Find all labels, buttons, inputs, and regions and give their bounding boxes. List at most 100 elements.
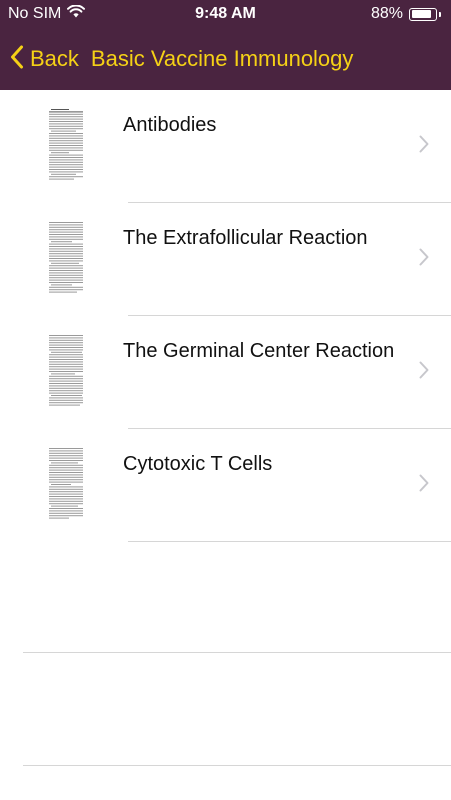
thumbnail-text-line bbox=[49, 503, 83, 505]
list-item-title: Cytotoxic T Cells bbox=[123, 453, 273, 475]
thumbnail-text-line bbox=[49, 385, 83, 387]
thumbnail-text-line bbox=[49, 123, 83, 125]
thumbnail-text-line bbox=[51, 373, 75, 375]
thumbnail-text-line bbox=[49, 359, 83, 360]
thumbnail-text-line bbox=[49, 500, 83, 502]
page-preview bbox=[49, 109, 83, 180]
thumbnail-text-line bbox=[49, 448, 83, 449]
thumbnail-text-line bbox=[51, 351, 82, 353]
thumbnail-text-line bbox=[49, 157, 83, 158]
header: No SIM 9:48 AM 88% Back Basic Vaccine Im… bbox=[0, 0, 451, 90]
nav-bar: Back Basic Vaccine Immunology bbox=[0, 34, 451, 84]
thumbnail-text-line bbox=[49, 387, 83, 389]
thumbnail-text-line bbox=[49, 378, 83, 380]
thumbnail-text-line bbox=[49, 354, 83, 356]
thumbnail-text-line bbox=[49, 479, 83, 481]
thumbnail-text-line bbox=[49, 166, 83, 168]
battery-fill bbox=[411, 10, 431, 18]
thumbnail-text-line bbox=[49, 171, 83, 173]
list-item[interactable]: Cytotoxic T Cells bbox=[0, 429, 451, 542]
thumbnail-text-line bbox=[49, 337, 83, 339]
thumbnail-text-line bbox=[49, 258, 83, 259]
document-thumbnail bbox=[46, 106, 86, 182]
list-item[interactable]: The Extrafollicular Reaction bbox=[0, 203, 451, 316]
thumbnail-text-line bbox=[49, 356, 83, 358]
thumbnail-text-line bbox=[49, 347, 83, 348]
thumbnail-text-line bbox=[49, 234, 83, 235]
thumbnail-text-line bbox=[49, 335, 83, 336]
thumbnail-text-line bbox=[51, 152, 69, 154]
thumbnail-text-line bbox=[49, 375, 83, 377]
thumbnail-text-line bbox=[49, 286, 83, 288]
thumbnail-text-line bbox=[49, 118, 83, 120]
thumbnail-text-line bbox=[49, 236, 83, 238]
thumbnail-text-line bbox=[49, 243, 83, 245]
chevron-left-icon bbox=[10, 45, 24, 74]
thumbnail-text-line bbox=[49, 368, 83, 370]
thumbnail-text-line bbox=[49, 517, 69, 519]
thumbnail-text-line bbox=[49, 474, 83, 476]
thumbnail-text-line bbox=[49, 397, 83, 399]
chevron-right-icon bbox=[419, 361, 429, 384]
list-item-title: The Extrafollicular Reaction bbox=[123, 227, 368, 249]
thumbnail-text-line bbox=[49, 277, 83, 279]
thumbnail-text-line bbox=[49, 452, 83, 454]
thumbnail-text-line bbox=[49, 476, 83, 478]
back-label: Back bbox=[30, 46, 79, 71]
thumbnail-text-line bbox=[49, 498, 83, 500]
chapter-list: Antibodies The Extrafollicular Reaction … bbox=[0, 90, 451, 542]
thumbnail-text-line bbox=[49, 491, 83, 493]
list-item[interactable]: Antibodies bbox=[0, 90, 451, 203]
thumbnail-text-line bbox=[51, 462, 78, 464]
thumbnail-text-line bbox=[49, 512, 83, 514]
thumbnail-text-line bbox=[49, 272, 83, 274]
thumbnail-text-line bbox=[49, 169, 83, 170]
thumbnail-text-line bbox=[49, 344, 83, 346]
chevron-right-icon bbox=[419, 135, 429, 158]
page-preview bbox=[49, 335, 83, 406]
thumbnail-text-line bbox=[49, 137, 83, 139]
thumbnail-text-line bbox=[49, 147, 83, 149]
thumbnail-text-line bbox=[49, 460, 83, 461]
thumbnail-text-line bbox=[49, 161, 83, 163]
page-title: Basic Vaccine Immunology bbox=[90, 46, 354, 71]
thumbnail-text-line bbox=[51, 109, 69, 110]
back-button[interactable]: Back bbox=[10, 45, 79, 74]
thumbnail-text-line bbox=[49, 226, 83, 228]
thumbnail-text-line bbox=[49, 289, 83, 291]
thumbnail-text-line bbox=[49, 383, 83, 384]
battery-icon bbox=[409, 7, 437, 21]
thumbnail-text-line bbox=[49, 339, 83, 341]
thumbnail-text-line bbox=[49, 481, 83, 483]
empty-row-divider bbox=[23, 652, 451, 653]
thumbnail-text-line bbox=[49, 342, 83, 344]
list-item[interactable]: The Germinal Center Reaction bbox=[0, 316, 451, 429]
thumbnail-text-line bbox=[49, 455, 83, 457]
thumbnail-text-line bbox=[49, 246, 83, 247]
thumbnail-text-line bbox=[49, 267, 83, 269]
thumbnail-text-line bbox=[49, 472, 83, 473]
thumbnail-text-line bbox=[49, 402, 83, 404]
thumbnail-text-line bbox=[49, 116, 83, 118]
thumbnail-text-line bbox=[49, 142, 83, 144]
thumbnail-text-line bbox=[49, 457, 83, 459]
thumbnail-text-line bbox=[49, 145, 83, 146]
thumbnail-text-line bbox=[49, 113, 83, 115]
thumbnail-text-line bbox=[49, 248, 83, 250]
thumbnail-text-line bbox=[49, 464, 83, 466]
thumbnail-text-line bbox=[49, 135, 83, 137]
status-right: 88% bbox=[371, 5, 441, 23]
thumbnail-text-line bbox=[49, 250, 83, 252]
thumbnail-text-line bbox=[51, 284, 72, 286]
thumbnail-text-line bbox=[49, 486, 83, 488]
thumbnail-text-line bbox=[49, 222, 83, 223]
thumbnail-text-line bbox=[49, 488, 83, 490]
thumbnail-text-line bbox=[49, 366, 83, 368]
row-divider bbox=[128, 541, 451, 542]
thumbnail-text-line bbox=[49, 390, 83, 392]
thumbnail-text-line bbox=[49, 450, 83, 452]
thumbnail-text-line bbox=[49, 260, 83, 262]
chevron-right-icon bbox=[419, 474, 429, 497]
thumbnail-text-line bbox=[49, 238, 83, 240]
thumbnail-text-line bbox=[49, 178, 74, 180]
